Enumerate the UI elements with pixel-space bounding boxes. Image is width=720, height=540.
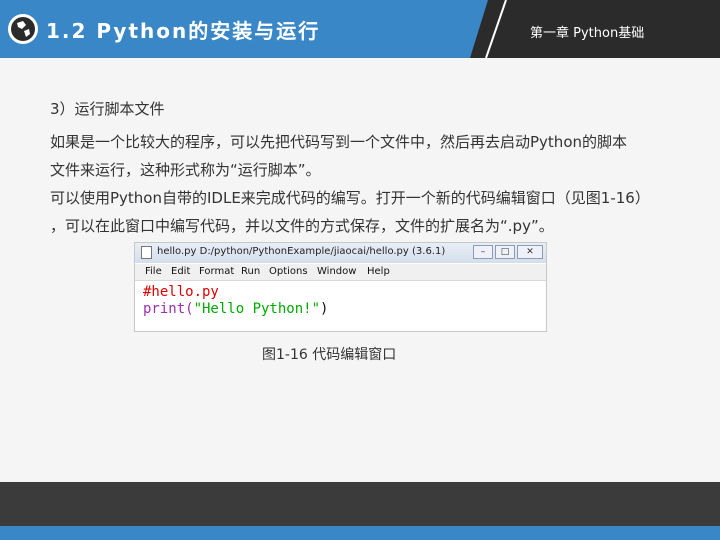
close-icon: ✕: [517, 245, 543, 259]
body-line: 文件来运行，这种形式称为“运行脚本”。: [50, 161, 321, 179]
idle-editor-screenshot: hello.py D:/python/PythonExample/jiaocai…: [134, 242, 547, 332]
body-line: 可以使用Python自带的IDLE来完成代码的编写。打开一个新的代码编辑窗口（见…: [50, 189, 650, 207]
menu-format: Format: [199, 266, 235, 277]
editor-menubar: File Edit Format Run Options Window Help: [135, 264, 546, 281]
body-line: 如果是一个比较大的程序，可以先把代码写到一个文件中，然后再去启动Python的脚…: [50, 133, 627, 151]
minimize-icon: –: [473, 245, 493, 259]
subheading: 3）运行脚本文件: [50, 100, 165, 118]
slide-header: 1.2 Python的安装与运行 第一章 Python基础: [0, 0, 720, 58]
menu-run: Run: [241, 266, 261, 277]
body-line: ，可以在此窗口中编写代码，并以文件的方式保存，文件的扩展名为“.py”。: [50, 217, 554, 235]
maximize-icon: □: [495, 245, 515, 259]
globe-icon: [8, 14, 38, 44]
code-string: "Hello Python!": [193, 301, 321, 317]
menu-edit: Edit: [171, 266, 191, 277]
footer-dark-band: [0, 482, 720, 526]
file-icon: [141, 246, 152, 259]
code-function: print(: [143, 301, 194, 317]
figure-caption: 图1-16 代码编辑窗口: [262, 347, 397, 363]
menu-file: File: [145, 266, 162, 277]
code-comment: #hello.py: [143, 284, 219, 300]
code-paren: ): [320, 301, 329, 317]
chapter-label: 第一章 Python基础: [530, 26, 645, 41]
menu-window: Window: [317, 266, 357, 277]
editor-window-title: hello.py D:/python/PythonExample/jiaocai…: [157, 246, 446, 257]
menu-options: Options: [269, 266, 308, 277]
footer-blue-band: [0, 526, 720, 540]
editor-titlebar: hello.py D:/python/PythonExample/jiaocai…: [135, 243, 546, 263]
code-line-comment: #hello.py: [143, 284, 219, 300]
code-line-print: print("Hello Python!"): [143, 301, 328, 317]
section-title: 1.2 Python的安装与运行: [46, 19, 321, 43]
menu-help: Help: [367, 266, 390, 277]
